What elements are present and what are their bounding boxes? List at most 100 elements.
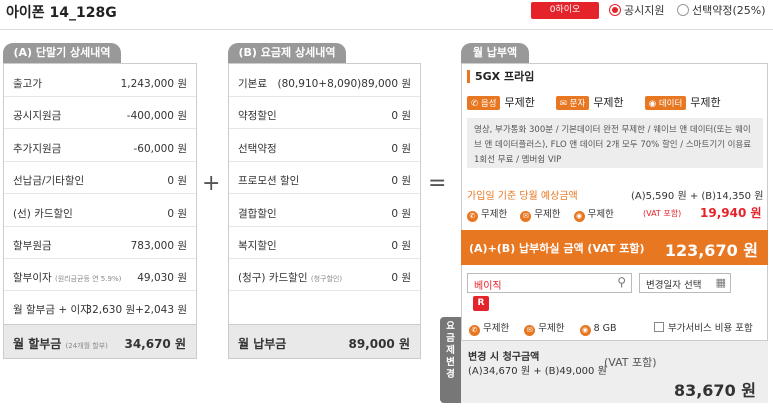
sms-value: 무제한	[593, 96, 624, 109]
change-vat: (VAT 포함)	[604, 356, 657, 369]
panel-a-footer: 월 할부금 (24개월 할부) 34,670 원	[4, 324, 196, 358]
footer-note: (24개월 할부)	[65, 342, 108, 350]
row-label: 복지할인	[238, 240, 277, 252]
equals-icon: =	[428, 171, 447, 196]
voice-icon: ✆	[467, 211, 478, 222]
row-value: 0 원	[391, 143, 411, 155]
checkbox-icon[interactable]	[654, 322, 664, 332]
radio-unselected-icon[interactable]	[677, 4, 689, 16]
plan-name: 5GX 프라임	[467, 70, 534, 83]
panel-b: (B) 요금제 상세내역 기본료 (80,910+8,090)89,000 원 약…	[228, 43, 421, 359]
panel-a-body: 출고가 1,243,000 원 공시지원금 -400,000 원 추가지원금 -60,…	[3, 63, 197, 359]
zero-button[interactable]: 0하이오	[531, 2, 599, 19]
footer-value: 34,670 원	[124, 337, 186, 351]
row-value: 0 원	[167, 175, 187, 187]
row-label: 월 할부금 + 이자	[13, 304, 90, 316]
row-label-text: (청구) 카드할인	[238, 272, 308, 284]
data-value: 무제한	[690, 96, 721, 109]
footer-label: 월 할부금 (24개월 할부)	[13, 335, 108, 352]
expected-formula: (A)5,590 원 + (B)14,350 원	[631, 191, 764, 202]
data-badge: ◉ 데이터	[644, 96, 687, 110]
footer-label: 월 납부금	[238, 337, 287, 351]
voice-icon: ✆	[469, 325, 480, 336]
vat-note: (VAT 포함)	[643, 209, 682, 218]
voice-badge-label: 음성	[480, 99, 497, 109]
plus-icon: +	[202, 171, 221, 196]
sms-badge: ✉ 문자	[555, 96, 590, 110]
bottom-sms-value: 무제한	[538, 323, 565, 334]
row-note: (청구할인)	[310, 275, 343, 283]
row-value: 0 원	[391, 240, 411, 252]
panel-b-header: (B) 요금제 상세내역	[228, 43, 346, 63]
calendar-icon[interactable]: ▦	[716, 276, 726, 289]
divider	[4, 258, 196, 259]
row-label: 프로모션 할인	[238, 175, 300, 187]
bottom-data-value: 8 GB	[593, 323, 617, 334]
radio-public-label: 공시지원	[624, 4, 665, 17]
divider	[4, 193, 196, 194]
expected-items: ✆ 무제한 ✉ 무제한 ◉ 무제한	[467, 206, 614, 222]
r-badge: R	[473, 296, 489, 311]
plan-change-side-tab: 요금제변경	[440, 317, 461, 403]
pay-total: 123,670 원	[664, 241, 758, 260]
voice-badge: ✆ 음성	[467, 96, 501, 110]
row-label: 결합할인	[238, 208, 277, 220]
search-icon[interactable]: ⚲	[617, 275, 626, 289]
row-value: 0 원	[391, 110, 411, 122]
date-label: 변경일자 선택	[646, 280, 702, 291]
change-formula: (A)34,670 원 + (B)49,000 원	[468, 366, 607, 377]
radio-selected-icon[interactable]	[609, 4, 621, 16]
plan-search-input[interactable]: 베이직 ⚲	[467, 273, 632, 293]
monthly-pay-tab: 월 납부액	[461, 43, 529, 63]
row-label-text: 할부이자	[13, 272, 52, 284]
panel-b-body: 기본료 (80,910+8,090)89,000 원 약정할인 0 원 선택약정 0 …	[228, 63, 421, 359]
divider	[229, 290, 420, 291]
row-label: 공시지원금	[13, 110, 62, 122]
divider	[229, 96, 420, 97]
divider	[4, 96, 196, 97]
row-label: 출고가	[13, 78, 42, 90]
row-value: -400,000 원	[126, 110, 187, 122]
bottom-voice-value: 무제한	[483, 323, 510, 334]
page-title: 아이폰 14_128G	[6, 5, 117, 21]
panel-b-footer: 월 납부금 89,000 원	[229, 324, 420, 358]
row-value: 0 원	[391, 175, 411, 187]
sms-icon: ✉	[520, 211, 532, 222]
addon-checkbox[interactable]: 부가서비스 비용 포함	[654, 320, 753, 334]
divider	[229, 226, 420, 227]
sms-badge-label: 문자	[569, 99, 586, 109]
divider	[4, 226, 196, 227]
pay-label: (A)+(B) 납부하실 금액 (VAT 포함)	[469, 242, 645, 255]
row-label: 할부이자 (원리금균등 연 5.9%)	[13, 270, 121, 285]
row-value: -60,000 원	[133, 143, 187, 155]
change-total: 83,670 원	[673, 381, 756, 400]
data-badge-label: 데이터	[658, 99, 683, 109]
exp-sms-value: 무제한	[534, 209, 561, 220]
radio-select-contract[interactable]: 선택약정(25%)	[677, 2, 766, 18]
change-date-select[interactable]: 변경일자 선택 ▦	[639, 273, 731, 293]
row-value: 1,243,000 원	[120, 78, 187, 90]
row-value: 49,030 원	[137, 272, 187, 284]
radio-public-support[interactable]: 공시지원	[609, 2, 664, 18]
row-value: 0 원	[391, 272, 411, 284]
voice-value: 무제한	[504, 96, 535, 109]
radio-select-label: 선택약정(25%)	[692, 4, 766, 17]
row-label: (선) 카드할인	[13, 208, 73, 220]
row-value: (80,910+8,090)89,000 원	[277, 78, 411, 90]
plan-benefits: ✆ 음성 무제한 ✉ 문자 무제한 ◉ 데이터 무제한	[467, 94, 721, 110]
divider	[4, 128, 196, 129]
divider	[229, 161, 420, 162]
divider	[229, 128, 420, 129]
row-value: 0 원	[391, 208, 411, 220]
row-label: 약정할인	[238, 110, 277, 122]
change-title: 변경 시 청구금액	[468, 352, 540, 363]
row-label: 추가지원금	[13, 143, 62, 155]
selected-plan-items: ✆ 무제한 ✉ 무제한 ◉ 8 GB	[469, 320, 617, 336]
change-summary: 변경 시 청구금액 (A)34,670 원 + (B)49,000 원 (VAT…	[461, 340, 768, 403]
row-label: (청구) 카드할인 (청구할인)	[238, 270, 342, 285]
search-value: 베이직	[474, 281, 502, 292]
divider	[229, 258, 420, 259]
row-label: 할부원금	[13, 240, 52, 252]
row-value: 32,630 원+2,043 원	[85, 304, 187, 316]
row-note: (원리금균등 연 5.9%)	[54, 275, 122, 283]
